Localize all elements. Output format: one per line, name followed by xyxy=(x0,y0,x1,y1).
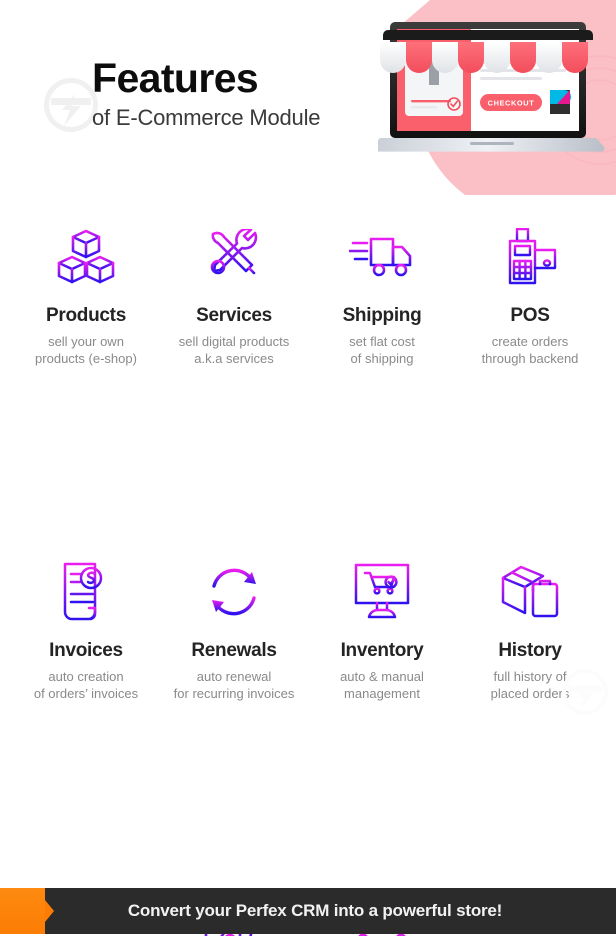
feature-description-line-1: sell digital products xyxy=(178,333,290,349)
feature-title: POS xyxy=(510,305,550,326)
perfex-logo-watermark-bottom-icon xyxy=(561,668,608,718)
delivery-truck-icon xyxy=(308,222,456,292)
feature-description-line-2: of orders’ invoices xyxy=(33,685,139,701)
feature-description: auto & manual management xyxy=(308,669,456,702)
feature-description-line-1: auto renewal xyxy=(196,669,272,685)
feature-card-renewals: Renewals auto renewal for recurring invo… xyxy=(160,549,308,702)
boxes-icon xyxy=(12,222,160,292)
hero-section: CHECKOUT Features of E-Commerce Module xyxy=(0,0,616,195)
feature-description-line-2: a.k.a services xyxy=(194,350,274,366)
feature-description-line-1: auto creation xyxy=(48,669,124,685)
feature-title: Products xyxy=(46,305,126,326)
tools-icon xyxy=(160,222,308,292)
feature-title: History xyxy=(498,640,562,662)
feature-description: sell your own products (e-shop) xyxy=(12,334,160,367)
box-clipboard-icon xyxy=(456,557,604,627)
laptop-storefront-illustration: CHECKOUT xyxy=(371,8,608,168)
pos-terminal-icon xyxy=(456,222,604,292)
feature-description-line-1: create orders xyxy=(491,333,569,349)
feature-description-line-2: for recurring invoices xyxy=(173,685,295,701)
hero-title-block: Features of E-Commerce Module xyxy=(38,58,368,132)
feature-title: Shipping xyxy=(342,305,422,326)
feature-description-line-1: auto & manual xyxy=(340,669,424,685)
feature-description: auto renewal for recurring invoices xyxy=(160,669,308,702)
monitor-cart-icon xyxy=(308,557,456,627)
feature-title: Renewals xyxy=(191,640,277,662)
feature-card-pos: POS create orders through backend xyxy=(456,210,604,367)
feature-description-line-1: set flat cost xyxy=(349,333,415,349)
feature-description-line-2: through backend xyxy=(481,350,579,366)
features-grid: Products sell your own products (e-shop) xyxy=(0,210,616,936)
feature-description: set flat cost of shipping xyxy=(308,334,456,367)
feature-title: Invoices xyxy=(49,640,123,662)
page-root: CHECKOUT Features of E-Commerce Module P… xyxy=(0,0,616,936)
feature-title: Services xyxy=(196,305,272,326)
feature-card-shipping: Shipping set flat cost of shipping xyxy=(308,210,456,367)
feature-description-line-1: sell your own xyxy=(48,333,124,349)
feature-description-line-2: management xyxy=(344,685,420,701)
checkout-button-label: CHECKOUT xyxy=(488,99,535,108)
feature-card-products: Products sell your own products (e-shop) xyxy=(12,210,160,367)
footer-banner: Convert your Perfex CRM into a powerful … xyxy=(0,888,616,934)
circular-arrows-icon xyxy=(160,557,308,627)
feature-description-line-2: of shipping xyxy=(350,350,414,366)
feature-description: auto creation of orders’ invoices xyxy=(12,669,160,702)
page-title: Features xyxy=(92,55,259,101)
feature-card-inventory: Inventory auto & manual management xyxy=(308,549,456,702)
feature-card-invoices: Invoices auto creation of orders’ invoic… xyxy=(12,549,160,702)
feature-description-line-2: products (e-shop) xyxy=(35,350,137,366)
feature-title: Inventory xyxy=(340,640,424,662)
footer-tagline: Convert your Perfex CRM into a powerful … xyxy=(127,901,503,920)
feature-card-services: Services sell digital products a.k.a ser… xyxy=(160,210,308,367)
invoice-dollar-icon xyxy=(12,557,160,627)
features-row-1: Products sell your own products (e-shop) xyxy=(0,210,616,367)
features-row-2: Invoices auto creation of orders’ invoic… xyxy=(0,549,616,702)
feature-description: create orders through backend xyxy=(456,334,604,367)
feature-description: sell digital products a.k.a services xyxy=(160,334,308,367)
page-subtitle: of E-Commerce Module xyxy=(92,105,321,130)
